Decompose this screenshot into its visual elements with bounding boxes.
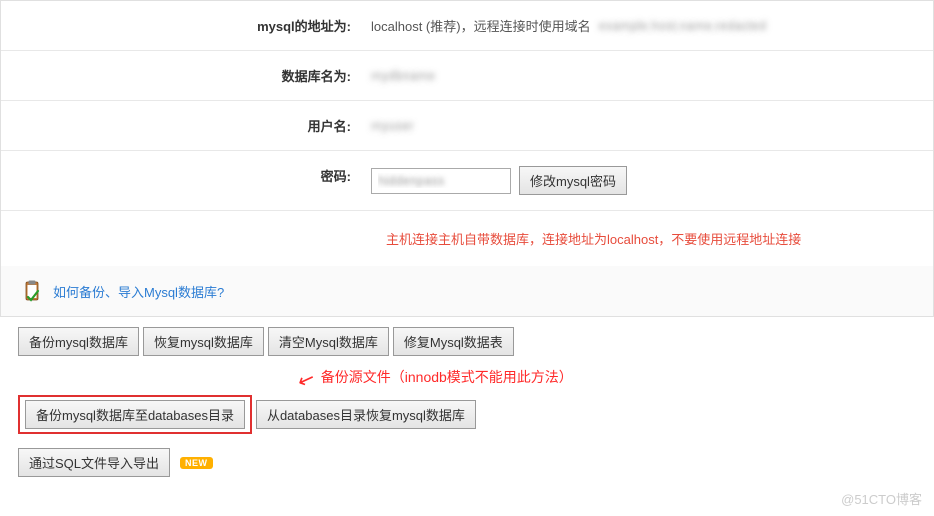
- restore-db-button[interactable]: 恢复mysql数据库: [143, 327, 264, 356]
- arrow-icon: ↙: [294, 365, 318, 394]
- action-section: 备份mysql数据库 恢复mysql数据库 清空Mysql数据库 修复Mysql…: [0, 317, 934, 491]
- sql-import-export-button[interactable]: 通过SQL文件导入导出: [18, 448, 170, 477]
- value-mysql-address: localhost (推荐)，远程连接时使用域名 example.host.na…: [361, 1, 933, 50]
- label-mysql-address: mysql的地址为:: [1, 1, 361, 50]
- new-badge: NEW: [180, 457, 213, 469]
- value-password: 修改mysql密码: [361, 151, 933, 210]
- action-row-1: 备份mysql数据库 恢复mysql数据库 清空Mysql数据库 修复Mysql…: [18, 327, 916, 356]
- restore-from-databases-dir-button[interactable]: 从databases目录恢复mysql数据库: [256, 400, 476, 429]
- action-row-3: 通过SQL文件导入导出 NEW: [18, 448, 916, 477]
- value-dbname: mydbname: [361, 51, 933, 100]
- label-dbname: 数据库名为:: [1, 51, 361, 100]
- label-password: 密码:: [1, 151, 361, 210]
- value-username: myuser: [361, 101, 933, 150]
- help-section: 如何备份、导入Mysql数据库?: [1, 266, 933, 316]
- mysql-config-form: mysql的地址为: localhost (推荐)，远程连接时使用域名 exam…: [0, 0, 934, 317]
- help-link[interactable]: 如何备份、导入Mysql数据库?: [53, 282, 224, 301]
- backup-to-databases-dir-button[interactable]: 备份mysql数据库至databases目录: [25, 400, 245, 429]
- form-row-dbname: 数据库名为: mydbname: [1, 51, 933, 101]
- warning-message: 主机连接主机自带数据库，连接地址为localhost，不要使用远程地址连接: [1, 211, 933, 266]
- backup-db-button[interactable]: 备份mysql数据库: [18, 327, 139, 356]
- clipboard-icon: [19, 278, 45, 304]
- change-password-button[interactable]: 修改mysql密码: [519, 166, 627, 195]
- label-username: 用户名:: [1, 101, 361, 150]
- clear-db-button[interactable]: 清空Mysql数据库: [268, 327, 389, 356]
- highlighted-action-box: 备份mysql数据库至databases目录: [18, 395, 252, 434]
- repair-table-button[interactable]: 修复Mysql数据表: [393, 327, 514, 356]
- action-row-2: 备份mysql数据库至databases目录 从databases目录恢复mys…: [18, 395, 916, 434]
- form-row-mysql-address: mysql的地址为: localhost (推荐)，远程连接时使用域名 exam…: [1, 1, 933, 51]
- form-row-password: 密码: 修改mysql密码: [1, 151, 933, 211]
- annotation-row: ↙ 备份源文件（innodb模式不能用此方法）: [18, 364, 916, 389]
- watermark: @51CTO博客: [841, 489, 922, 508]
- form-row-username: 用户名: myuser: [1, 101, 933, 151]
- password-input[interactable]: [371, 168, 511, 194]
- annotation-text: 备份源文件（innodb模式不能用此方法）: [321, 367, 573, 387]
